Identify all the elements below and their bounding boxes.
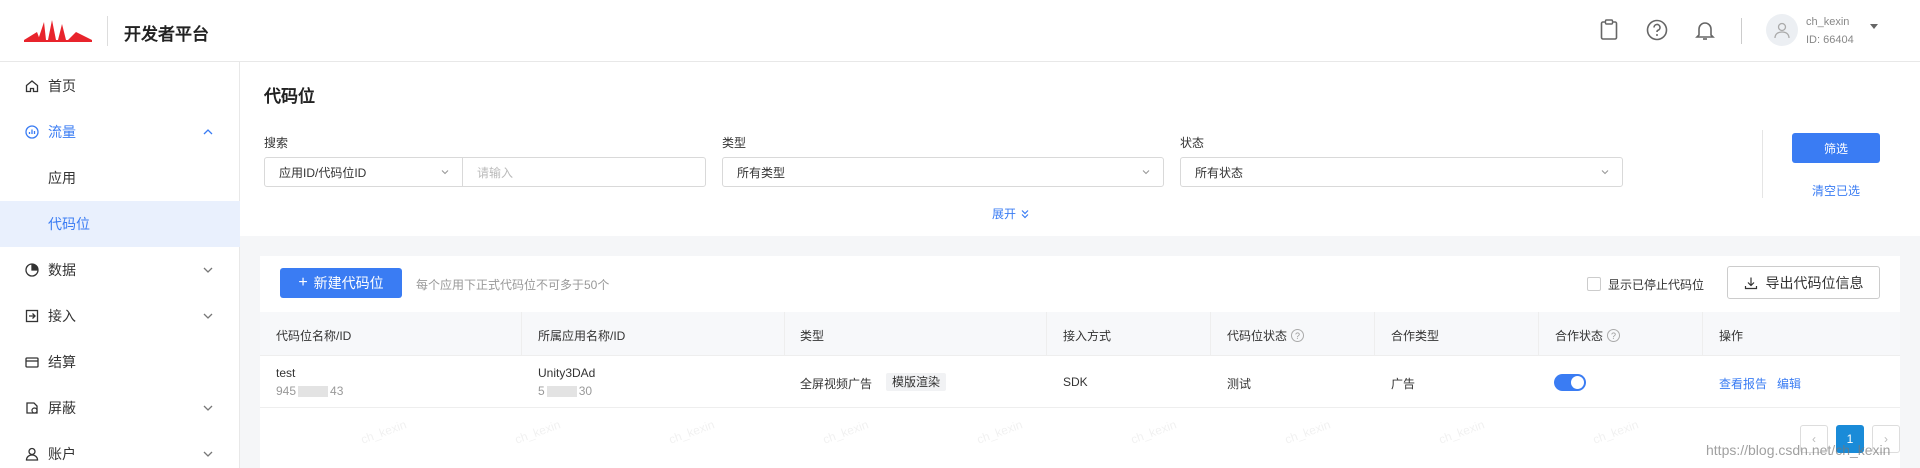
status-select-value: 所有状态	[1195, 165, 1244, 180]
sidebar-item-label: 账户	[48, 446, 76, 462]
filter-actions-divider	[1762, 130, 1763, 198]
filter-panel	[240, 62, 1920, 236]
filter-button[interactable]: 筛选	[1792, 133, 1880, 163]
toggle-knob	[1571, 376, 1584, 389]
sidebar-item-label: 应用	[48, 170, 76, 186]
show-stopped-checkbox[interactable]	[1587, 277, 1601, 291]
page-title: 代码位	[264, 87, 315, 106]
render-tag: 模版渲染	[886, 373, 947, 391]
slot-status: 测试	[1227, 377, 1252, 391]
search-field: 应用ID/代码位ID 请输入	[264, 157, 706, 187]
user-name[interactable]: ch_kexin	[1806, 16, 1849, 28]
user-id: ID: 66404	[1806, 34, 1854, 46]
type-select-value: 所有类型	[737, 165, 786, 180]
help-icon[interactable]: ?	[1291, 329, 1305, 342]
download-icon	[1744, 277, 1757, 289]
sidebar-item-ad-slots[interactable]: 代码位	[0, 201, 240, 247]
avatar[interactable]	[1766, 14, 1798, 46]
home-icon	[24, 78, 40, 94]
top-header: 开发者平台 ch_kexin ID: 66404	[0, 0, 1920, 62]
help-icon[interactable]	[1643, 16, 1671, 44]
search-type-select[interactable]: 应用ID/代码位ID	[265, 164, 440, 181]
help-icon[interactable]: ?	[1607, 329, 1621, 342]
sidebar-item-integration[interactable]: 接入	[0, 293, 240, 339]
new-ad-slot-label: 新建代码位	[313, 275, 384, 291]
traffic-icon	[24, 124, 40, 140]
logo-icon[interactable]	[24, 18, 92, 44]
sidebar-item-block[interactable]: 屏蔽	[0, 385, 240, 431]
wallet-icon	[24, 354, 40, 370]
col-header-name: 代码位名称/ID	[276, 329, 352, 343]
col-header-actions: 操作	[1719, 329, 1744, 343]
access-method: SDK	[1063, 375, 1088, 389]
new-ad-slot-button[interactable]: + 新建代码位	[280, 268, 402, 298]
sidebar-item-traffic[interactable]: 流量	[0, 109, 240, 155]
col-header-access: 接入方式	[1063, 329, 1112, 343]
chevron-down-icon	[1142, 170, 1150, 175]
coop-type: 广告	[1391, 377, 1416, 391]
search-label: 搜索	[264, 136, 289, 150]
logo-divider	[107, 16, 108, 46]
export-label: 导出代码位信息	[1765, 274, 1864, 291]
source-watermark: https://blog.csdn.net/ch_kexin	[1706, 442, 1891, 458]
plus-icon: +	[298, 274, 308, 291]
double-chevron-down-icon	[1021, 209, 1029, 218]
sidebar: 首页 流量 应用 代码位 数据 接入 结算 屏蔽 账户	[0, 62, 240, 468]
col-header-coop-status: 合作状态?	[1555, 327, 1621, 344]
status-label: 状态	[1180, 136, 1205, 150]
type-select[interactable]: 所有类型	[722, 157, 1164, 187]
sidebar-item-account[interactable]: 账户	[0, 431, 240, 468]
col-header-slot-status: 代码位状态?	[1227, 327, 1305, 344]
expand-label: 展开	[992, 207, 1017, 221]
chevron-down-icon[interactable]	[440, 167, 450, 177]
sidebar-item-label: 流量	[48, 124, 76, 140]
brand-title: 开发者平台	[124, 25, 209, 44]
type-label: 类型	[722, 136, 747, 150]
sidebar-item-label: 屏蔽	[48, 400, 76, 416]
header-separator	[1741, 18, 1742, 44]
expand-filters-link[interactable]: 展开	[992, 205, 1030, 222]
sidebar-item-settlement[interactable]: 结算	[0, 339, 240, 385]
search-input[interactable]: 请输入	[463, 164, 705, 181]
ad-slot-name: test	[276, 366, 296, 380]
chevron-down-icon	[203, 267, 213, 273]
chevron-up-icon	[203, 129, 213, 135]
sidebar-item-home[interactable]: 首页	[0, 63, 240, 109]
sidebar-item-label: 接入	[48, 308, 76, 324]
status-select[interactable]: 所有状态	[1180, 157, 1623, 187]
ad-slot-limit-hint: 每个应用下正式代码位不可多于50个	[416, 278, 610, 292]
chevron-down-icon	[1601, 170, 1609, 175]
app-name: Unity3DAd	[538, 366, 596, 380]
chevron-down-icon	[203, 313, 213, 319]
sidebar-item-apps[interactable]: 应用	[0, 155, 240, 201]
ad-type: 全屏视频广告	[800, 377, 873, 391]
sidebar-item-label: 数据	[48, 262, 76, 278]
import-icon	[24, 308, 40, 324]
edit-link[interactable]: 编辑	[1777, 375, 1801, 392]
chevron-down-icon	[203, 405, 213, 411]
col-header-app: 所属应用名称/ID	[538, 329, 626, 343]
col-header-type: 类型	[800, 329, 825, 343]
user-icon	[24, 446, 40, 462]
clipboard-icon[interactable]	[1595, 16, 1623, 44]
show-stopped-label[interactable]: 显示已停止代码位	[1608, 276, 1704, 293]
bell-icon[interactable]	[1691, 16, 1719, 44]
coop-status-toggle[interactable]	[1554, 374, 1586, 391]
sidebar-item-label: 代码位	[48, 216, 90, 232]
sidebar-item-data[interactable]: 数据	[0, 247, 240, 293]
view-report-link[interactable]: 查看报告	[1719, 375, 1767, 392]
pie-chart-icon	[24, 262, 40, 278]
col-header-coop-type: 合作类型	[1391, 329, 1440, 343]
ad-slot-id: 945 43	[276, 384, 344, 398]
export-button[interactable]: 导出代码位信息	[1727, 266, 1880, 299]
block-icon	[24, 400, 40, 416]
chevron-down-icon	[203, 451, 213, 457]
app-id: 5 30	[538, 384, 593, 398]
clear-filters-link[interactable]: 清空已选	[1812, 182, 1860, 199]
user-menu-caret-icon[interactable]	[1870, 24, 1878, 29]
sidebar-item-label: 首页	[48, 78, 76, 94]
sidebar-item-label: 结算	[48, 354, 76, 370]
